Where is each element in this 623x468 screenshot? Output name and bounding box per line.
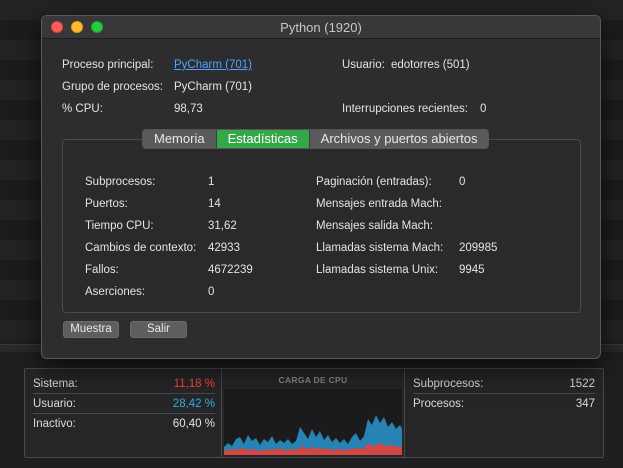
cpu-user-label: Usuario: — [33, 398, 76, 410]
unix-syscalls-value: 9945 — [459, 264, 485, 276]
user-value: edotorres (501) — [391, 59, 470, 71]
cpu-row-threads: Subprocesos: 1522 — [413, 374, 595, 394]
mach-messages-out-label: Mensajes salida Mach: — [316, 220, 433, 232]
cpu-percent-label: % CPU: — [62, 103, 103, 115]
ports-label: Puertos: — [85, 198, 128, 210]
quit-process-button[interactable]: Salir — [130, 321, 187, 338]
cpu-row-system: Sistema: 11,18 % — [33, 374, 215, 394]
mach-messages-in-label: Mensajes entrada Mach: — [316, 198, 442, 210]
faults-value: 4672239 — [208, 264, 253, 276]
cpu-system-label: Sistema: — [33, 378, 78, 390]
tab-bar: Memoria Estadísticas Archivos y puertos … — [142, 129, 490, 149]
cpu-system-value: 11,18 % — [173, 378, 215, 390]
process-group-label: Grupo de procesos: — [62, 81, 164, 93]
processes-total-value: 347 — [575, 398, 595, 410]
user-label: Usuario: — [342, 59, 385, 71]
cpu-user-value: 28,42 % — [172, 398, 215, 410]
threads-total-label: Subprocesos: — [413, 378, 484, 390]
window-title: Python (1920) — [280, 20, 362, 35]
cpu-row-idle: Inactivo: 60,40 % — [33, 414, 215, 434]
threads-label: Subprocesos: — [85, 176, 156, 188]
cpu-time-value: 31,62 — [208, 220, 237, 232]
parent-process-row: Proceso principal: PyCharm (701) — [62, 59, 252, 71]
cpu-percent-value: 98,73 — [174, 103, 203, 115]
parent-process-link[interactable]: PyCharm (701) — [174, 59, 252, 71]
cpu-load-graph-section: CARGA DE CPU — [221, 369, 405, 458]
tab-statistics[interactable]: Estadísticas — [216, 130, 310, 148]
tab-memory[interactable]: Memoria — [143, 130, 217, 148]
recent-interrupts-label: Interrupciones recientes: — [342, 103, 468, 115]
assertions-label: Aserciones: — [85, 286, 146, 298]
title-bar[interactable]: Python (1920) — [42, 16, 600, 39]
mach-syscalls-value: 209985 — [459, 242, 498, 254]
threads-value: 1 — [208, 176, 215, 188]
pageins-label: Paginación (entradas): — [316, 176, 432, 188]
sample-button[interactable]: Muestra — [63, 321, 119, 338]
pageins-value: 0 — [459, 176, 466, 188]
user-row: Usuario: edotorres (501) — [342, 59, 470, 71]
tab-open-files-ports[interactable]: Archivos y puertos abiertos — [309, 130, 489, 148]
cpu-usage-list: Sistema: 11,18 % Usuario: 28,42 % Inacti… — [33, 374, 215, 434]
cpu-row-processes: Procesos: 347 — [413, 394, 595, 414]
cpu-time-label: Tiempo CPU: — [85, 220, 154, 232]
threads-total-value: 1522 — [569, 378, 595, 390]
process-info-window: Python (1920) Proceso principal: PyCharm… — [41, 15, 601, 359]
cpu-idle-value: 60,40 % — [172, 418, 215, 430]
cpu-load-graph — [224, 389, 402, 455]
context-switches-value: 42933 — [208, 242, 240, 254]
cpu-idle-label: Inactivo: — [33, 418, 76, 430]
processes-total-label: Procesos: — [413, 398, 465, 410]
faults-label: Fallos: — [85, 264, 119, 276]
process-counts-list: Subprocesos: 1522 Procesos: 347 — [413, 374, 595, 414]
ports-value: 14 — [208, 198, 221, 210]
cpu-percent-row: % CPU: 98,73 — [62, 103, 203, 115]
recent-interrupts-row: Interrupciones recientes: 0 — [342, 103, 486, 115]
process-group-row: Grupo de procesos: PyCharm (701) — [62, 81, 252, 93]
unix-syscalls-label: Llamadas sistema Unix: — [316, 264, 439, 276]
context-switches-label: Cambios de contexto: — [85, 242, 197, 254]
process-group-value: PyCharm (701) — [174, 81, 252, 93]
parent-process-label: Proceso principal: — [62, 59, 154, 71]
cpu-load-panel: Sistema: 11,18 % Usuario: 28,42 % Inacti… — [24, 368, 604, 458]
cpu-graph-title: CARGA DE CPU — [278, 375, 348, 385]
recent-interrupts-value: 0 — [480, 103, 487, 115]
assertions-value: 0 — [208, 286, 215, 298]
mach-syscalls-label: Llamadas sistema Mach: — [316, 242, 444, 254]
cpu-row-user: Usuario: 28,42 % — [33, 394, 215, 414]
